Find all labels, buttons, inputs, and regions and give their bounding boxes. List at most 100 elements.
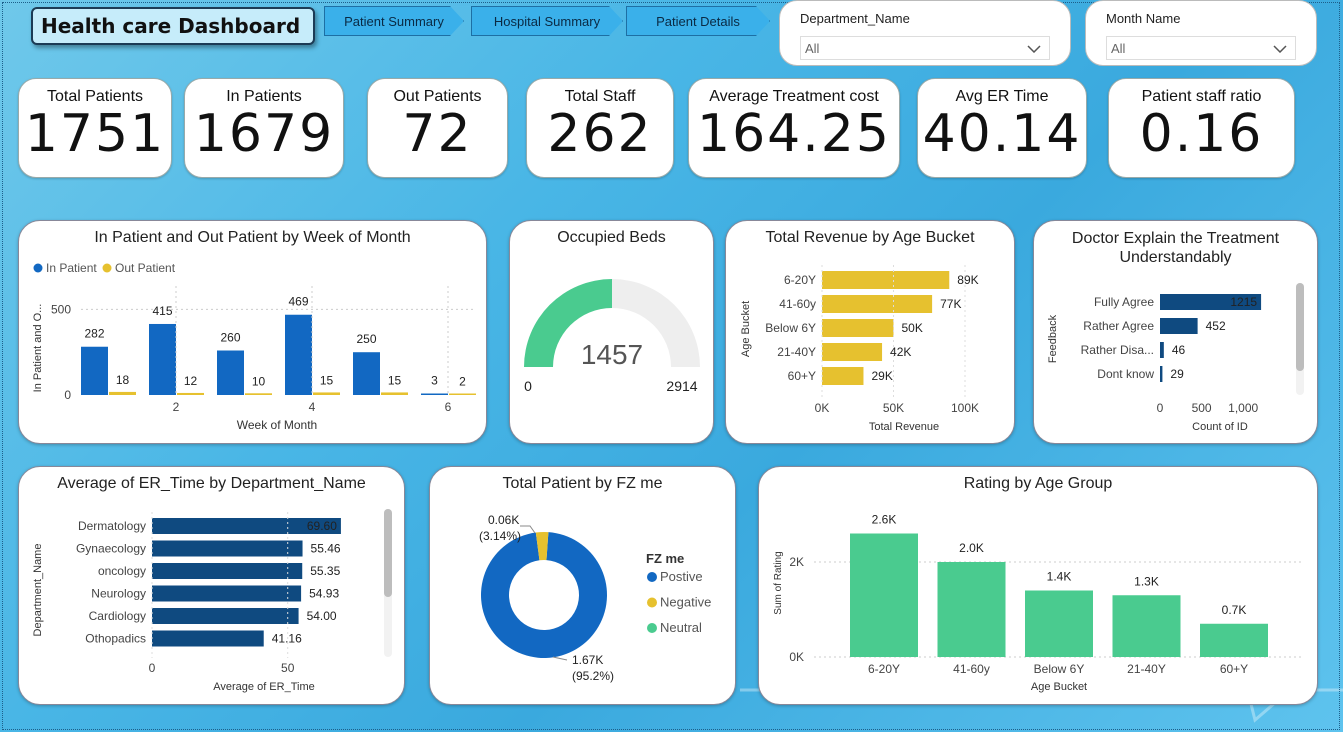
category-label: Dermatology	[78, 519, 146, 533]
chart-svg: 0K 2K Sum of Rating 2.6K 6-20Y 2.0K 41-60y 1.4K…	[773, 513, 1304, 693]
doctor-explain-chart[interactable]: Doctor Explain the Treatment Understanda…	[1033, 220, 1318, 444]
nav-hospital-summary[interactable]: Hospital Summary	[471, 6, 623, 36]
month-slicer-label: Month Name	[1106, 11, 1181, 26]
data-label: 15	[388, 373, 402, 387]
data-label: 15	[320, 373, 334, 387]
y-tick-label: 0K	[789, 650, 804, 664]
x-tick-label: 500	[1192, 401, 1212, 415]
chevron-down-icon	[1273, 41, 1287, 56]
category-label: Cardiology	[89, 609, 146, 623]
category-label: Rather Disa...	[1081, 343, 1154, 357]
category-label: Rather Agree	[1083, 319, 1154, 333]
bar	[937, 562, 1006, 657]
x-tick-label: Below 6Y	[1034, 662, 1085, 676]
kpi-total-patients: Total Patients 1751	[18, 78, 172, 178]
month-slicer: Month Name All	[1085, 0, 1317, 66]
legend-title: FZ me	[646, 551, 684, 566]
inpatient-outpatient-chart[interactable]: In Patient and Out Patient by Week of Mo…	[18, 220, 487, 444]
kpi-avg-er-time: Avg ER Time 40.14	[917, 78, 1087, 178]
data-label: 29	[1170, 367, 1184, 381]
data-label: 54.00	[307, 609, 337, 623]
bar	[1112, 595, 1181, 657]
data-label: 10	[252, 374, 266, 388]
kpi-total-staff: Total Staff 262	[526, 78, 674, 178]
legend-label-neutral: Neutral	[660, 620, 702, 635]
data-label: 2	[459, 375, 466, 389]
kpi-value: 72	[402, 104, 473, 164]
data-label: 3	[431, 374, 438, 388]
bar-in-patient	[285, 314, 312, 395]
er-time-by-department-chart[interactable]: Average of ER_Time by Department_Name De…	[18, 466, 405, 705]
bar	[152, 608, 299, 624]
bar	[152, 563, 303, 579]
data-label: 1.3K	[1134, 574, 1159, 588]
data-label: 260	[220, 331, 240, 345]
x-tick-label: 50K	[883, 401, 904, 415]
bar	[822, 367, 864, 385]
department-dropdown[interactable]: All	[800, 36, 1050, 60]
legend-label-out-patient: Out Patient	[115, 261, 176, 275]
scrollbar-thumb[interactable]	[384, 509, 392, 597]
bar	[152, 540, 303, 557]
x-tick-label: 4	[309, 400, 316, 414]
nav-patient-details[interactable]: Patient Details	[626, 6, 770, 36]
legend-dot-negative	[647, 597, 657, 608]
kpi-value: 164.25	[697, 104, 891, 164]
bar-in-patient	[217, 350, 244, 395]
x-tick-label: 41-60y	[953, 662, 990, 676]
x-axis-label: Count of ID	[1192, 421, 1248, 433]
bar-in-patient	[421, 393, 448, 395]
data-label: 469	[288, 295, 308, 309]
scrollbar[interactable]	[1296, 283, 1304, 395]
data-label: 29K	[871, 369, 892, 383]
rating-by-age-chart[interactable]: Rating by Age Group 0K 2K Sum of Rating 2.6…	[758, 466, 1318, 705]
kpi-value: 0.16	[1139, 104, 1264, 164]
month-dropdown[interactable]: All	[1106, 36, 1296, 60]
bar	[152, 630, 264, 647]
chart-svg: In Patient Out Patient 0 500 In Patient and …	[32, 261, 476, 432]
data-label: 54.93	[309, 587, 339, 601]
x-tick-label: 6-20Y	[868, 662, 900, 676]
gauge-max-label: 2914	[666, 378, 697, 394]
bar-out-patient	[109, 391, 136, 395]
x-tick-label: 0K	[815, 401, 830, 415]
y-axis-label: In Patient and O...	[32, 304, 44, 393]
gauge-min-label: 0	[524, 378, 532, 394]
data-label: 452	[1206, 319, 1226, 333]
legend-dot-postive	[647, 572, 657, 582]
bar	[1160, 366, 1163, 382]
patient-by-fzme-chart[interactable]: Total Patient by FZ me 0.06K (3.14%) 1.67K…	[429, 466, 736, 705]
bar-out-patient	[177, 392, 204, 395]
data-label: 250	[356, 332, 376, 346]
x-tick-label: 2	[173, 400, 180, 414]
leader-line	[552, 656, 568, 661]
nav-patient-summary[interactable]: Patient Summary	[324, 6, 464, 36]
kpi-out-patients: Out Patients 72	[367, 78, 508, 178]
x-tick-label: 1,000	[1228, 401, 1258, 415]
y-axis-label: Department_Name	[32, 544, 44, 637]
occupied-beds-gauge[interactable]: Occupied Beds 1457 0 2914	[509, 220, 714, 444]
kpi-value: 1751	[24, 104, 166, 164]
x-tick-label: 60+Y	[1220, 662, 1248, 676]
data-label: 1215	[1230, 295, 1257, 309]
x-tick-label: 50	[281, 661, 295, 675]
kpi-in-patients: In Patients 1679	[184, 78, 344, 178]
data-label: 2.6K	[872, 513, 897, 527]
data-label: 282	[84, 327, 104, 341]
data-label: 55.35	[310, 564, 340, 578]
legend-dot-neutral	[647, 623, 657, 633]
app-title: Health care Dashboard	[31, 7, 315, 45]
kpi-avg-treatment-cost: Average Treatment cost 164.25	[688, 78, 900, 178]
category-label: Below 6Y	[765, 321, 816, 335]
bar	[850, 533, 918, 657]
category-label: Gynaecology	[76, 542, 146, 556]
data-label: 89K	[957, 273, 978, 287]
bar-out-patient	[245, 393, 272, 395]
scrollbar-thumb[interactable]	[1296, 283, 1304, 371]
y-tick-label: 0	[64, 388, 71, 402]
revenue-by-age-chart[interactable]: Total Revenue by Age Bucket 6-20Y 89K 41-6…	[725, 220, 1015, 444]
bar-out-patient	[313, 392, 340, 395]
category-label: 41-60y	[779, 297, 816, 311]
scrollbar[interactable]	[384, 509, 392, 657]
x-axis-label: Age Bucket	[1031, 681, 1087, 693]
